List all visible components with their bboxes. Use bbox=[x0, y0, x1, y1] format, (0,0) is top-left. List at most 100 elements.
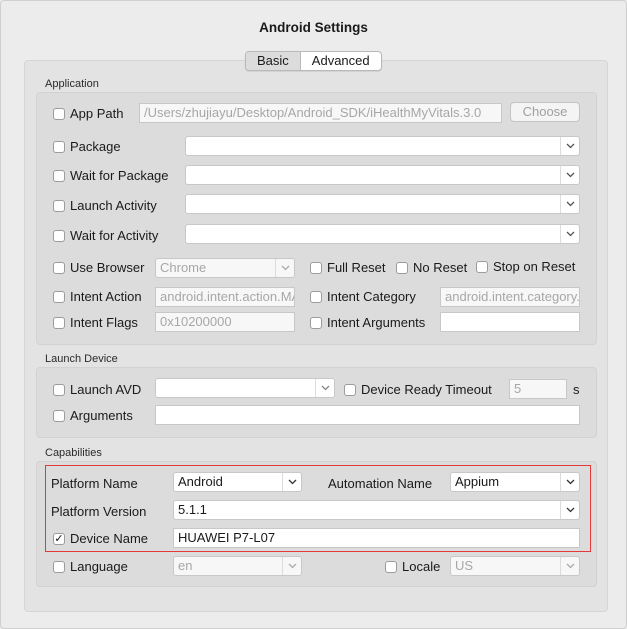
language-value: en bbox=[178, 558, 193, 573]
device-name-checkbox[interactable]: ✓ bbox=[53, 532, 65, 545]
no-reset-label: No Reset bbox=[413, 260, 468, 275]
use-browser-checkbox[interactable] bbox=[53, 261, 65, 274]
device-ready-timeout-checkbox-row[interactable]: Device Ready Timeout bbox=[344, 382, 492, 397]
section-label-capabilities: Capabilities bbox=[45, 447, 102, 459]
intent-action-field[interactable]: android.intent.action.MAIN bbox=[155, 287, 295, 307]
app-path-checkbox-row[interactable]: App Path bbox=[53, 106, 124, 121]
wait-for-package-label: Wait for Package bbox=[70, 168, 169, 183]
wait-for-activity-label: Wait for Activity bbox=[70, 228, 159, 243]
no-reset-checkbox[interactable] bbox=[396, 261, 408, 274]
platform-version-label: Platform Version bbox=[51, 504, 147, 519]
intent-category-field[interactable]: android.intent.category.LAUNCHER bbox=[440, 287, 580, 307]
package-combo[interactable] bbox=[185, 136, 580, 156]
tab-basic[interactable]: Basic bbox=[246, 52, 301, 70]
package-checkbox-row[interactable]: Package bbox=[53, 139, 121, 154]
intent-arguments-checkbox[interactable] bbox=[310, 316, 322, 329]
wait-for-activity-combo[interactable] bbox=[185, 224, 580, 244]
chevron-down-icon bbox=[560, 557, 579, 575]
wait-for-activity-checkbox-row[interactable]: Wait for Activity bbox=[53, 228, 158, 243]
language-checkbox-row[interactable]: Language bbox=[53, 559, 128, 574]
language-checkbox[interactable] bbox=[53, 560, 65, 573]
wait-for-activity-checkbox[interactable] bbox=[53, 229, 65, 242]
arguments-field[interactable] bbox=[155, 405, 580, 425]
group-application bbox=[36, 92, 597, 345]
launch-activity-checkbox[interactable] bbox=[53, 199, 65, 212]
device-ready-timeout-field[interactable]: 5 bbox=[509, 379, 567, 399]
intent-flags-label: Intent Flags bbox=[70, 315, 138, 330]
stop-on-reset-label: Stop on Reset bbox=[493, 259, 576, 274]
chevron-down-icon bbox=[560, 137, 579, 155]
intent-arguments-label: Intent Arguments bbox=[327, 315, 426, 330]
platform-version-combo[interactable]: 5.1.1 bbox=[173, 500, 580, 520]
browser-select-value: Chrome bbox=[160, 260, 207, 275]
automation-name-select[interactable]: Appium bbox=[450, 472, 580, 492]
launch-activity-label: Launch Activity bbox=[70, 198, 157, 213]
choose-button[interactable]: Choose bbox=[510, 102, 580, 122]
intent-action-checkbox-row[interactable]: Intent Action bbox=[53, 289, 142, 304]
chevron-down-icon bbox=[315, 379, 334, 397]
language-label: Language bbox=[70, 559, 128, 574]
chevron-down-icon bbox=[560, 501, 579, 519]
use-browser-checkbox-row[interactable]: Use Browser bbox=[53, 260, 144, 275]
tab-bar: Basic Advanced bbox=[245, 51, 382, 71]
locale-checkbox-row[interactable]: Locale bbox=[385, 559, 440, 574]
chevron-down-icon bbox=[282, 557, 301, 575]
device-name-label: Device Name bbox=[70, 531, 149, 546]
wait-for-package-checkbox[interactable] bbox=[53, 169, 65, 182]
intent-arguments-field[interactable] bbox=[440, 312, 580, 332]
chevron-down-icon bbox=[560, 225, 579, 243]
no-reset-checkbox-row[interactable]: No Reset bbox=[396, 260, 467, 275]
device-name-checkbox-row[interactable]: ✓ Device Name bbox=[53, 531, 148, 546]
locale-value: US bbox=[455, 558, 474, 573]
platform-version-value: 5.1.1 bbox=[178, 502, 207, 517]
wait-for-package-combo[interactable] bbox=[185, 165, 580, 185]
launch-activity-combo[interactable] bbox=[185, 194, 580, 214]
full-reset-checkbox[interactable] bbox=[310, 261, 322, 274]
intent-arguments-checkbox-row[interactable]: Intent Arguments bbox=[310, 315, 425, 330]
launch-avd-combo[interactable] bbox=[155, 378, 335, 398]
intent-category-checkbox-row[interactable]: Intent Category bbox=[310, 289, 416, 304]
app-path-field[interactable]: /Users/zhujiayu/Desktop/Android_SDK/iHea… bbox=[139, 103, 502, 123]
platform-name-value: Android bbox=[178, 474, 223, 489]
full-reset-label: Full Reset bbox=[327, 260, 386, 275]
stop-on-reset-checkbox-row[interactable]: Stop on Reset bbox=[476, 259, 575, 274]
platform-name-select[interactable]: Android bbox=[173, 472, 302, 492]
full-reset-checkbox-row[interactable]: Full Reset bbox=[310, 260, 386, 275]
device-ready-timeout-checkbox[interactable] bbox=[344, 383, 356, 396]
launch-avd-label: Launch AVD bbox=[70, 382, 142, 397]
device-name-field[interactable]: HUAWEI P7-L07 bbox=[173, 528, 580, 548]
intent-action-label: Intent Action bbox=[70, 289, 142, 304]
locale-checkbox[interactable] bbox=[385, 560, 397, 573]
window-title: Android Settings bbox=[259, 20, 368, 35]
intent-category-label: Intent Category bbox=[327, 289, 416, 304]
platform-name-label: Platform Name bbox=[51, 476, 138, 491]
stop-on-reset-checkbox[interactable] bbox=[476, 260, 488, 273]
arguments-checkbox[interactable] bbox=[53, 409, 65, 422]
app-path-checkbox[interactable] bbox=[53, 107, 65, 120]
use-browser-label: Use Browser bbox=[70, 260, 145, 275]
device-ready-timeout-label: Device Ready Timeout bbox=[361, 382, 492, 397]
launch-avd-checkbox-row[interactable]: Launch AVD bbox=[53, 382, 141, 397]
arguments-checkbox-row[interactable]: Arguments bbox=[53, 408, 133, 423]
launch-avd-checkbox[interactable] bbox=[53, 383, 65, 396]
intent-flags-checkbox[interactable] bbox=[53, 316, 65, 329]
automation-name-value: Appium bbox=[455, 474, 500, 489]
section-label-application: Application bbox=[45, 78, 99, 90]
locale-select[interactable]: US bbox=[450, 556, 580, 576]
language-select[interactable]: en bbox=[173, 556, 302, 576]
timeout-unit-label: s bbox=[573, 382, 580, 397]
chevron-down-icon bbox=[560, 195, 579, 213]
intent-flags-checkbox-row[interactable]: Intent Flags bbox=[53, 315, 138, 330]
intent-flags-field[interactable]: 0x10200000 bbox=[155, 312, 295, 332]
intent-action-checkbox[interactable] bbox=[53, 290, 65, 303]
chevron-down-icon bbox=[275, 259, 294, 277]
tab-advanced[interactable]: Advanced bbox=[301, 52, 381, 70]
arguments-label: Arguments bbox=[70, 408, 133, 423]
browser-select[interactable]: Chrome bbox=[155, 258, 295, 278]
chevron-down-icon bbox=[560, 166, 579, 184]
launch-activity-checkbox-row[interactable]: Launch Activity bbox=[53, 198, 157, 213]
package-checkbox[interactable] bbox=[53, 140, 65, 153]
wait-for-package-checkbox-row[interactable]: Wait for Package bbox=[53, 168, 169, 183]
app-path-label: App Path bbox=[70, 106, 124, 121]
intent-category-checkbox[interactable] bbox=[310, 290, 322, 303]
